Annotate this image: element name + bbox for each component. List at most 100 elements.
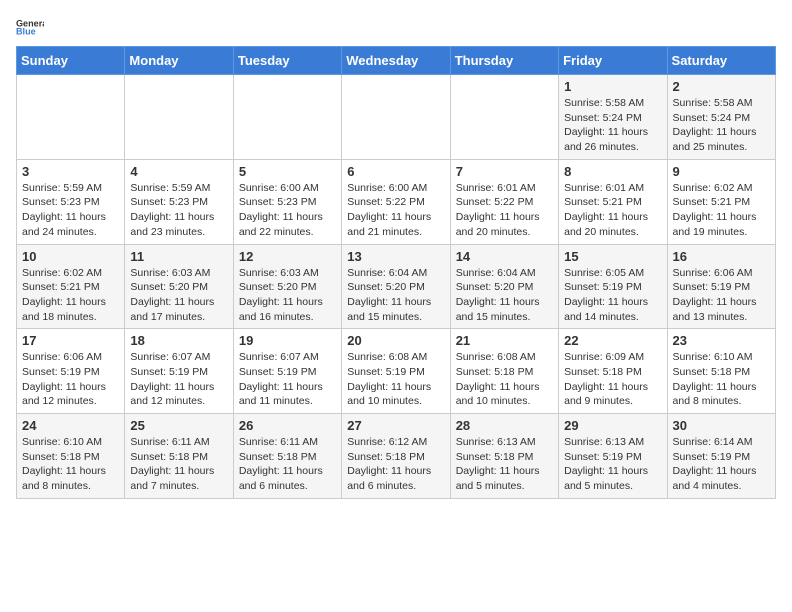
day-info: Sunrise: 6:02 AM Sunset: 5:21 PM Dayligh… — [673, 181, 770, 240]
day-info: Sunrise: 6:06 AM Sunset: 5:19 PM Dayligh… — [22, 350, 119, 409]
column-header-monday: Monday — [125, 47, 233, 75]
calendar-cell: 8 Sunrise: 6:01 AM Sunset: 5:21 PM Daylig… — [559, 159, 667, 244]
day-number: 25 — [130, 418, 227, 433]
day-number: 11 — [130, 249, 227, 264]
day-number: 24 — [22, 418, 119, 433]
day-number: 15 — [564, 249, 661, 264]
day-info: Sunrise: 6:11 AM Sunset: 5:18 PM Dayligh… — [239, 435, 336, 494]
calendar-week-5: 24 Sunrise: 6:10 AM Sunset: 5:18 PM Dayli… — [17, 414, 776, 499]
day-info: Sunrise: 5:58 AM Sunset: 5:24 PM Dayligh… — [673, 96, 770, 155]
calendar-cell: 9 Sunrise: 6:02 AM Sunset: 5:21 PM Daylig… — [667, 159, 775, 244]
day-number: 3 — [22, 164, 119, 179]
day-number: 22 — [564, 333, 661, 348]
calendar-week-2: 3 Sunrise: 5:59 AM Sunset: 5:23 PM Daylig… — [17, 159, 776, 244]
day-info: Sunrise: 6:14 AM Sunset: 5:19 PM Dayligh… — [673, 435, 770, 494]
calendar-week-1: 1 Sunrise: 5:58 AM Sunset: 5:24 PM Daylig… — [17, 75, 776, 160]
day-info: Sunrise: 6:04 AM Sunset: 5:20 PM Dayligh… — [456, 266, 553, 325]
day-info: Sunrise: 6:10 AM Sunset: 5:18 PM Dayligh… — [673, 350, 770, 409]
calendar-cell: 15 Sunrise: 6:05 AM Sunset: 5:19 PM Dayli… — [559, 244, 667, 329]
svg-text:Blue: Blue — [16, 27, 36, 37]
calendar-cell: 4 Sunrise: 5:59 AM Sunset: 5:23 PM Daylig… — [125, 159, 233, 244]
day-info: Sunrise: 6:08 AM Sunset: 5:18 PM Dayligh… — [456, 350, 553, 409]
column-header-tuesday: Tuesday — [233, 47, 341, 75]
day-info: Sunrise: 6:06 AM Sunset: 5:19 PM Dayligh… — [673, 266, 770, 325]
calendar-cell: 10 Sunrise: 6:02 AM Sunset: 5:21 PM Dayli… — [17, 244, 125, 329]
day-number: 9 — [673, 164, 770, 179]
day-info: Sunrise: 6:13 AM Sunset: 5:18 PM Dayligh… — [456, 435, 553, 494]
day-number: 23 — [673, 333, 770, 348]
day-number: 7 — [456, 164, 553, 179]
day-number: 6 — [347, 164, 444, 179]
day-info: Sunrise: 6:03 AM Sunset: 5:20 PM Dayligh… — [239, 266, 336, 325]
day-number: 2 — [673, 79, 770, 94]
calendar-cell: 26 Sunrise: 6:11 AM Sunset: 5:18 PM Dayli… — [233, 414, 341, 499]
calendar-cell: 20 Sunrise: 6:08 AM Sunset: 5:19 PM Dayli… — [342, 329, 450, 414]
column-header-thursday: Thursday — [450, 47, 558, 75]
day-info: Sunrise: 6:02 AM Sunset: 5:21 PM Dayligh… — [22, 266, 119, 325]
day-number: 10 — [22, 249, 119, 264]
header: General Blue — [16, 16, 776, 38]
day-info: Sunrise: 6:00 AM Sunset: 5:22 PM Dayligh… — [347, 181, 444, 240]
calendar-cell: 16 Sunrise: 6:06 AM Sunset: 5:19 PM Dayli… — [667, 244, 775, 329]
day-number: 19 — [239, 333, 336, 348]
calendar-cell: 21 Sunrise: 6:08 AM Sunset: 5:18 PM Dayli… — [450, 329, 558, 414]
column-header-wednesday: Wednesday — [342, 47, 450, 75]
calendar-cell: 22 Sunrise: 6:09 AM Sunset: 5:18 PM Dayli… — [559, 329, 667, 414]
day-info: Sunrise: 6:07 AM Sunset: 5:19 PM Dayligh… — [239, 350, 336, 409]
calendar-cell: 29 Sunrise: 6:13 AM Sunset: 5:19 PM Dayli… — [559, 414, 667, 499]
day-info: Sunrise: 6:11 AM Sunset: 5:18 PM Dayligh… — [130, 435, 227, 494]
column-header-sunday: Sunday — [17, 47, 125, 75]
calendar-cell: 25 Sunrise: 6:11 AM Sunset: 5:18 PM Dayli… — [125, 414, 233, 499]
day-info: Sunrise: 5:59 AM Sunset: 5:23 PM Dayligh… — [22, 181, 119, 240]
day-info: Sunrise: 6:01 AM Sunset: 5:21 PM Dayligh… — [564, 181, 661, 240]
day-info: Sunrise: 6:05 AM Sunset: 5:19 PM Dayligh… — [564, 266, 661, 325]
calendar-cell — [17, 75, 125, 160]
calendar-body: 1 Sunrise: 5:58 AM Sunset: 5:24 PM Daylig… — [17, 75, 776, 499]
calendar-cell: 7 Sunrise: 6:01 AM Sunset: 5:22 PM Daylig… — [450, 159, 558, 244]
calendar-cell — [450, 75, 558, 160]
day-info: Sunrise: 6:09 AM Sunset: 5:18 PM Dayligh… — [564, 350, 661, 409]
calendar-cell: 11 Sunrise: 6:03 AM Sunset: 5:20 PM Dayli… — [125, 244, 233, 329]
column-header-friday: Friday — [559, 47, 667, 75]
calendar-table: SundayMondayTuesdayWednesdayThursdayFrid… — [16, 46, 776, 499]
day-info: Sunrise: 5:59 AM Sunset: 5:23 PM Dayligh… — [130, 181, 227, 240]
day-info: Sunrise: 6:08 AM Sunset: 5:19 PM Dayligh… — [347, 350, 444, 409]
calendar-cell: 28 Sunrise: 6:13 AM Sunset: 5:18 PM Dayli… — [450, 414, 558, 499]
day-number: 30 — [673, 418, 770, 433]
calendar-cell: 17 Sunrise: 6:06 AM Sunset: 5:19 PM Dayli… — [17, 329, 125, 414]
day-number: 13 — [347, 249, 444, 264]
day-number: 28 — [456, 418, 553, 433]
day-number: 1 — [564, 79, 661, 94]
day-number: 17 — [22, 333, 119, 348]
calendar-week-4: 17 Sunrise: 6:06 AM Sunset: 5:19 PM Dayli… — [17, 329, 776, 414]
day-number: 21 — [456, 333, 553, 348]
day-info: Sunrise: 6:13 AM Sunset: 5:19 PM Dayligh… — [564, 435, 661, 494]
calendar-cell: 23 Sunrise: 6:10 AM Sunset: 5:18 PM Dayli… — [667, 329, 775, 414]
day-info: Sunrise: 6:04 AM Sunset: 5:20 PM Dayligh… — [347, 266, 444, 325]
calendar-cell: 27Sunrise: 6:12 AM Sunset: 5:18 PM Dayli… — [342, 414, 450, 499]
day-number: 14 — [456, 249, 553, 264]
calendar-cell — [233, 75, 341, 160]
day-info: Sunrise: 6:10 AM Sunset: 5:18 PM Dayligh… — [22, 435, 119, 494]
day-number: 20 — [347, 333, 444, 348]
calendar-cell: 18 Sunrise: 6:07 AM Sunset: 5:19 PM Dayli… — [125, 329, 233, 414]
day-number: 16 — [673, 249, 770, 264]
logo-icon: General Blue — [16, 16, 44, 38]
calendar-cell: 24 Sunrise: 6:10 AM Sunset: 5:18 PM Dayli… — [17, 414, 125, 499]
calendar-cell — [342, 75, 450, 160]
calendar-cell: 1 Sunrise: 5:58 AM Sunset: 5:24 PM Daylig… — [559, 75, 667, 160]
calendar-cell: 2 Sunrise: 5:58 AM Sunset: 5:24 PM Daylig… — [667, 75, 775, 160]
day-info: Sunrise: 6:07 AM Sunset: 5:19 PM Dayligh… — [130, 350, 227, 409]
day-number: 4 — [130, 164, 227, 179]
logo: General Blue — [16, 16, 78, 38]
day-number: 5 — [239, 164, 336, 179]
day-number: 18 — [130, 333, 227, 348]
day-number: 12 — [239, 249, 336, 264]
column-header-saturday: Saturday — [667, 47, 775, 75]
day-number: 8 — [564, 164, 661, 179]
day-number: 29 — [564, 418, 661, 433]
day-number: 26 — [239, 418, 336, 433]
day-info: Sunrise: 6:03 AM Sunset: 5:20 PM Dayligh… — [130, 266, 227, 325]
day-info: Sunrise: 5:58 AM Sunset: 5:24 PM Dayligh… — [564, 96, 661, 155]
day-info: Sunrise: 6:01 AM Sunset: 5:22 PM Dayligh… — [456, 181, 553, 240]
